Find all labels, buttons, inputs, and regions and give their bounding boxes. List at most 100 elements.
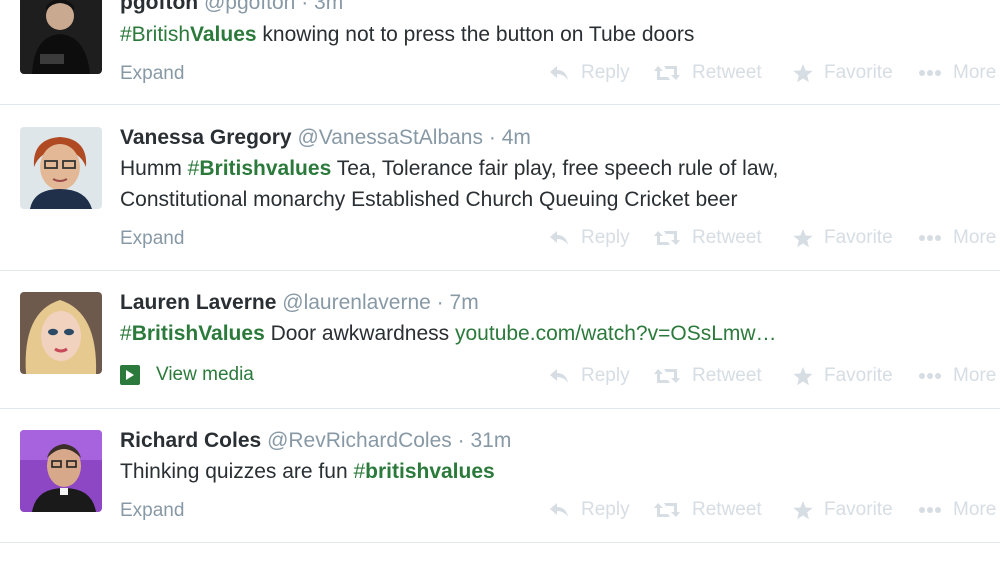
retweet-label: Retweet bbox=[692, 499, 762, 520]
hashtag-link[interactable]: #britishvalues bbox=[353, 460, 494, 483]
favorite-label: Favorite bbox=[824, 365, 893, 386]
more-button[interactable]: More bbox=[918, 227, 996, 249]
tweet-item[interactable]: Lauren Laverne @laurenlaverne · 7m #Brit… bbox=[0, 271, 1000, 408]
retweet-icon bbox=[654, 369, 680, 383]
favorite-button[interactable]: Favorite bbox=[793, 227, 918, 249]
reply-icon bbox=[550, 369, 568, 383]
tweet-divider bbox=[0, 542, 1000, 543]
more-dots-icon bbox=[919, 70, 941, 76]
reply-label: Reply bbox=[581, 499, 630, 520]
tweet-item[interactable]: Vanessa Gregory @VanessaStAlbans · 4m Hu… bbox=[0, 105, 1000, 270]
expand-link[interactable]: Expand bbox=[120, 63, 184, 85]
more-label: More bbox=[953, 499, 997, 520]
reply-icon bbox=[550, 66, 568, 80]
retweet-icon bbox=[654, 503, 680, 517]
more-dots-icon bbox=[919, 507, 941, 513]
retweet-button[interactable]: Retweet bbox=[653, 227, 793, 249]
more-button[interactable]: More bbox=[918, 499, 996, 521]
more-dots-icon bbox=[919, 235, 941, 241]
more-button[interactable]: More bbox=[918, 62, 996, 84]
reply-button[interactable]: Reply bbox=[548, 499, 653, 521]
reply-label: Reply bbox=[581, 227, 630, 248]
tweet-text: #BritishValues Door awkwardness youtube.… bbox=[120, 322, 777, 345]
avatar-image bbox=[20, 0, 102, 74]
retweet-label: Retweet bbox=[692, 365, 762, 386]
reply-label: Reply bbox=[581, 365, 630, 386]
tweet-header: Lauren Laverne @laurenlaverne · 7m bbox=[120, 290, 479, 316]
hashtag-link[interactable]: #Britishvalues bbox=[188, 157, 332, 180]
favorite-label: Favorite bbox=[824, 62, 893, 83]
tweet-item[interactable]: pgofton @pgofton · 3m #BritishValues kno… bbox=[0, 0, 1000, 104]
star-icon bbox=[793, 228, 813, 247]
reply-label: Reply bbox=[581, 62, 630, 83]
tweet-text: #BritishValues knowing not to press the … bbox=[120, 23, 695, 46]
user-name[interactable]: Vanessa Gregory bbox=[120, 126, 292, 149]
retweet-button[interactable]: Retweet bbox=[653, 62, 793, 84]
separator: · bbox=[457, 429, 465, 452]
tweet-actions: Reply Retweet Favorite More bbox=[548, 499, 996, 521]
reply-button[interactable]: Reply bbox=[548, 365, 653, 387]
user-handle[interactable]: @VanessaStAlbans bbox=[297, 126, 483, 149]
hashtag-link[interactable]: #BritishValues bbox=[120, 322, 265, 345]
retweet-button[interactable]: Retweet bbox=[653, 499, 793, 521]
retweet-label: Retweet bbox=[692, 227, 762, 248]
avatar[interactable] bbox=[20, 127, 102, 209]
more-dots-icon bbox=[919, 373, 941, 379]
favorite-button[interactable]: Favorite bbox=[793, 62, 918, 84]
tweet-actions: Reply Retweet Favorite More bbox=[548, 365, 996, 387]
play-icon bbox=[120, 365, 140, 385]
more-button[interactable]: More bbox=[918, 365, 996, 387]
expand-link[interactable]: Expand bbox=[120, 228, 184, 250]
user-name[interactable]: Lauren Laverne bbox=[120, 291, 276, 314]
user-handle[interactable]: @RevRichardColes bbox=[267, 429, 452, 452]
avatar[interactable] bbox=[20, 430, 102, 512]
expand-link[interactable]: Expand bbox=[120, 500, 184, 522]
separator: · bbox=[436, 291, 444, 314]
tweet-header: Richard Coles @RevRichardColes · 31m bbox=[120, 428, 511, 454]
view-media-label: View media bbox=[156, 364, 254, 385]
avatar-image bbox=[20, 127, 102, 209]
user-handle[interactable]: @laurenlaverne bbox=[282, 291, 431, 314]
tweet-header: pgofton @pgofton · 3m bbox=[120, 0, 343, 16]
tweet-text: Thinking quizzes are fun #britishvalues bbox=[120, 460, 495, 483]
avatar[interactable] bbox=[20, 292, 102, 374]
timestamp[interactable]: 4m bbox=[502, 126, 531, 149]
timestamp[interactable]: 7m bbox=[450, 291, 479, 314]
reply-button[interactable]: Reply bbox=[548, 62, 653, 84]
reply-button[interactable]: Reply bbox=[548, 227, 653, 249]
url-link[interactable]: youtube.com/watch?v=OSsLmw… bbox=[455, 322, 777, 345]
avatar[interactable] bbox=[20, 0, 102, 74]
star-icon bbox=[793, 63, 813, 82]
tweet-text: Humm #Britishvalues Tea, Tolerance fair … bbox=[120, 157, 779, 211]
retweet-button[interactable]: Retweet bbox=[653, 365, 793, 387]
avatar-image bbox=[20, 430, 102, 512]
retweet-icon bbox=[654, 66, 680, 80]
favorite-label: Favorite bbox=[824, 227, 893, 248]
avatar-image bbox=[20, 292, 102, 374]
tweet-header: Vanessa Gregory @VanessaStAlbans · 4m bbox=[120, 125, 531, 151]
retweet-label: Retweet bbox=[692, 62, 762, 83]
separator: · bbox=[488, 126, 496, 149]
timestamp[interactable]: 31m bbox=[470, 429, 511, 452]
favorite-button[interactable]: Favorite bbox=[793, 499, 918, 521]
favorite-label: Favorite bbox=[824, 499, 893, 520]
user-handle[interactable]: @pgofton bbox=[204, 0, 295, 14]
more-label: More bbox=[953, 62, 997, 83]
hashtag-link[interactable]: #BritishValues bbox=[120, 23, 257, 46]
separator: · bbox=[301, 0, 309, 14]
favorite-button[interactable]: Favorite bbox=[793, 365, 918, 387]
reply-icon bbox=[550, 231, 568, 245]
tweet-item[interactable]: Richard Coles @RevRichardColes · 31m Thi… bbox=[0, 409, 1000, 542]
user-name[interactable]: Richard Coles bbox=[120, 429, 261, 452]
more-label: More bbox=[953, 365, 997, 386]
more-label: More bbox=[953, 227, 997, 248]
tweet-actions: Reply Retweet Favorite More bbox=[548, 227, 996, 249]
retweet-icon bbox=[654, 231, 680, 245]
star-icon bbox=[793, 366, 813, 385]
user-name[interactable]: pgofton bbox=[120, 0, 198, 14]
tweet-actions: Reply Retweet Favorite More bbox=[548, 62, 996, 84]
view-media-link[interactable]: View media bbox=[120, 364, 254, 386]
star-icon bbox=[793, 500, 813, 519]
reply-icon bbox=[550, 503, 568, 517]
timestamp[interactable]: 3m bbox=[314, 0, 343, 14]
